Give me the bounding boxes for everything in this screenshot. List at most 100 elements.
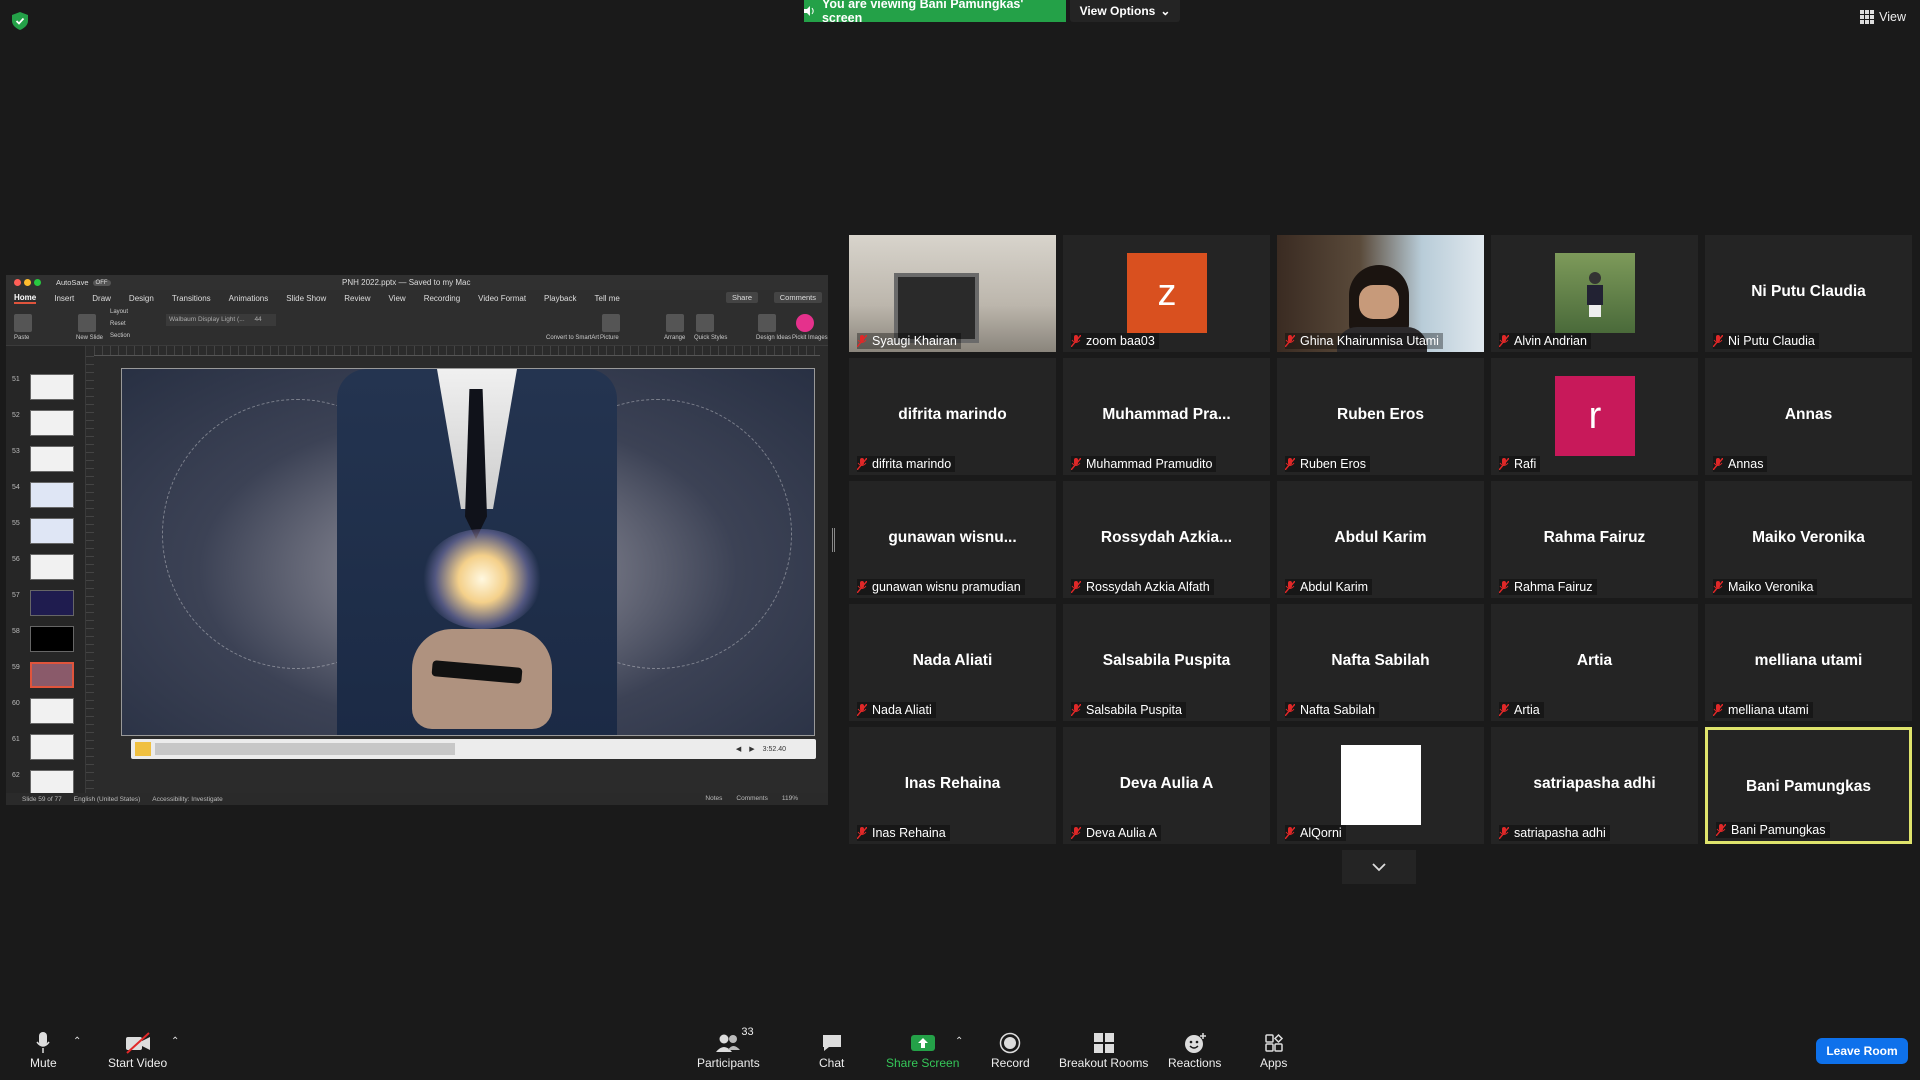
- slide-thumbnail[interactable]: 58: [12, 626, 82, 656]
- section-label[interactable]: Section: [110, 333, 130, 339]
- status-accessibility[interactable]: Accessibility: Investigate: [152, 796, 222, 803]
- participant-tile[interactable]: Rahma Fairuz Rahma Fairuz: [1491, 481, 1698, 598]
- close-window-icon[interactable]: [14, 279, 21, 286]
- font-name-field[interactable]: Walbaum Display Light (... 44: [166, 314, 276, 326]
- breakout-rooms-button[interactable]: Breakout Rooms: [1059, 1030, 1148, 1070]
- layout-label[interactable]: Layout: [110, 309, 128, 315]
- tab-view[interactable]: View: [389, 294, 406, 303]
- tab-home[interactable]: Home: [14, 293, 37, 304]
- participant-tile[interactable]: difrita marindo difrita marindo: [849, 358, 1056, 475]
- slide-thumbnail[interactable]: 56: [12, 554, 82, 584]
- video-progress-track[interactable]: [155, 743, 455, 755]
- video-playback-bar[interactable]: ◀ ▶ 3:52.40: [131, 739, 816, 759]
- slide-thumbnail[interactable]: 57: [12, 590, 82, 620]
- arrange-icon[interactable]: [666, 314, 684, 332]
- tab-transitions[interactable]: Transitions: [172, 294, 211, 303]
- participant-tile[interactable]: AlQorni: [1277, 727, 1484, 844]
- gallery-next-page-button[interactable]: [1342, 850, 1416, 884]
- slide-thumbnail[interactable]: 55: [12, 518, 82, 548]
- participant-name: satriapasha adhi: [1514, 826, 1606, 840]
- slide-thumbnail[interactable]: 60: [12, 698, 82, 728]
- participant-tile[interactable]: Abdul Karim Abdul Karim: [1277, 481, 1484, 598]
- start-video-button[interactable]: Start Video: [108, 1030, 167, 1070]
- participant-tile[interactable]: Alvin Andrian: [1491, 235, 1698, 352]
- tab-design[interactable]: Design: [129, 294, 154, 303]
- audio-options-caret-icon[interactable]: ⌃: [73, 1036, 81, 1047]
- status-language[interactable]: English (United States): [74, 796, 140, 803]
- slide-thumbnail[interactable]: 53: [12, 446, 82, 476]
- tab-draw[interactable]: Draw: [92, 294, 111, 303]
- paste-icon[interactable]: [14, 314, 32, 332]
- meeting-toolbar: Mute ⌃ Start Video ⌃ 33 Participants Cha…: [0, 1022, 1920, 1080]
- slide-thumbnail[interactable]: 54: [12, 482, 82, 512]
- participant-tile[interactable]: Nafta Sabilah Nafta Sabilah: [1277, 604, 1484, 721]
- forward-icon[interactable]: ▶: [749, 745, 754, 753]
- participant-tile[interactable]: Inas Rehaina Inas Rehaina: [849, 727, 1056, 844]
- slide-thumbnail[interactable]: 61: [12, 734, 82, 764]
- rewind-icon[interactable]: ◀: [736, 745, 741, 753]
- tab-insert[interactable]: Insert: [54, 294, 74, 303]
- tab-playback[interactable]: Playback: [544, 294, 576, 303]
- pickit-icon[interactable]: [796, 314, 814, 332]
- pickit-label: Pickit Images: [792, 335, 828, 341]
- status-comments-button[interactable]: Comments: [736, 795, 767, 802]
- pause-icon[interactable]: [135, 742, 151, 756]
- design-ideas-icon[interactable]: [758, 314, 776, 332]
- video-options-caret-icon[interactable]: ⌃: [171, 1036, 179, 1047]
- reactions-button[interactable]: Reactions: [1168, 1030, 1221, 1070]
- participant-tile[interactable]: Muhammad Pra... Muhammad Pramudito: [1063, 358, 1270, 475]
- slide-thumbnail-selected[interactable]: 59: [12, 662, 82, 692]
- maximize-window-icon[interactable]: [34, 279, 41, 286]
- participant-tile[interactable]: r Rafi: [1491, 358, 1698, 475]
- notes-button[interactable]: Notes: [705, 795, 722, 802]
- participant-tile[interactable]: Syaugi Khairan: [849, 235, 1056, 352]
- split-view-handle[interactable]: [832, 528, 835, 552]
- slide-thumbnail[interactable]: 51: [12, 374, 82, 404]
- security-shield-icon[interactable]: [12, 12, 28, 30]
- slide-canvas[interactable]: [121, 368, 815, 736]
- participant-tile[interactable]: Bani Pamungkas Bani Pamungkas: [1705, 727, 1912, 844]
- ppt-share-button[interactable]: Share: [725, 292, 758, 303]
- tab-slide-show[interactable]: Slide Show: [286, 294, 326, 303]
- minimize-window-icon[interactable]: [24, 279, 31, 286]
- view-button[interactable]: View: [1860, 10, 1906, 24]
- participant-tile[interactable]: Ni Putu Claudia Ni Putu Claudia: [1705, 235, 1912, 352]
- participant-tile[interactable]: z zoom baa03: [1063, 235, 1270, 352]
- participant-tile[interactable]: Ghina Khairunnisa Utami: [1277, 235, 1484, 352]
- participants-button[interactable]: 33 Participants: [697, 1026, 760, 1070]
- share-screen-button[interactable]: Share Screen: [886, 1030, 959, 1070]
- tab-video-format[interactable]: Video Format: [478, 294, 526, 303]
- reset-label[interactable]: Reset: [110, 321, 126, 327]
- participant-tile[interactable]: gunawan wisnu... gunawan wisnu pramudian: [849, 481, 1056, 598]
- tab-animations[interactable]: Animations: [229, 294, 269, 303]
- record-button[interactable]: Record: [991, 1030, 1030, 1070]
- tab-review[interactable]: Review: [344, 294, 370, 303]
- leave-room-button[interactable]: Leave Room: [1816, 1038, 1908, 1064]
- participant-tile[interactable]: Rossydah Azkia... Rossydah Azkia Alfath: [1063, 481, 1270, 598]
- participant-tile[interactable]: Salsabila Puspita Salsabila Puspita: [1063, 604, 1270, 721]
- quick-styles-icon[interactable]: [696, 314, 714, 332]
- participant-tile[interactable]: Annas Annas: [1705, 358, 1912, 475]
- participant-tile[interactable]: Ruben Eros Ruben Eros: [1277, 358, 1484, 475]
- slide-thumbnail[interactable]: 52: [12, 410, 82, 440]
- participant-tile[interactable]: satriapasha adhi satriapasha adhi: [1491, 727, 1698, 844]
- new-slide-icon[interactable]: [78, 314, 96, 332]
- share-options-caret-icon[interactable]: ⌃: [955, 1036, 963, 1047]
- chat-button[interactable]: Chat: [819, 1030, 844, 1070]
- view-options-button[interactable]: View Options ⌄: [1070, 0, 1180, 22]
- participant-tile[interactable]: Artia Artia: [1491, 604, 1698, 721]
- tab-recording[interactable]: Recording: [424, 294, 460, 303]
- zoom-level[interactable]: 119%: [782, 795, 798, 802]
- shared-screen[interactable]: AutoSave OFF PNH 2022.pptx — Saved to my…: [6, 275, 828, 805]
- participant-tile[interactable]: Nada Aliati Nada Aliati: [849, 604, 1056, 721]
- picture-icon[interactable]: [602, 314, 620, 332]
- participant-tile[interactable]: Deva Aulia A Deva Aulia A: [1063, 727, 1270, 844]
- apps-button[interactable]: Apps: [1260, 1030, 1287, 1070]
- ppt-comments-button[interactable]: Comments: [773, 292, 822, 303]
- autosave-toggle[interactable]: OFF: [92, 279, 111, 286]
- participant-tile[interactable]: melliana utami melliana utami: [1705, 604, 1912, 721]
- slide-thumbnails-panel[interactable]: 51 52 53 54 55 56 57 58 59 60 61 62: [6, 346, 86, 796]
- mute-button[interactable]: Mute: [30, 1030, 57, 1070]
- participant-tile[interactable]: Maiko Veronika Maiko Veronika: [1705, 481, 1912, 598]
- tab-tell-me[interactable]: Tell me: [595, 294, 620, 303]
